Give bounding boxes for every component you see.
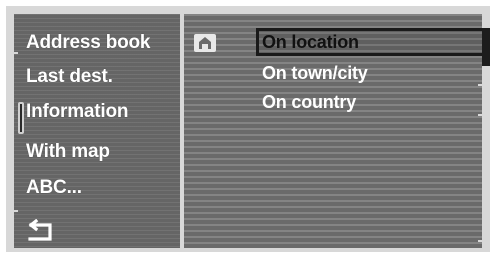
home-icon bbox=[194, 34, 216, 52]
menu-item-with-map[interactable]: With map bbox=[26, 137, 110, 167]
panel-divider bbox=[12, 52, 18, 54]
panel-divider bbox=[478, 114, 484, 116]
menu-item-last-dest[interactable]: Last dest. bbox=[26, 62, 113, 92]
navigation-screen: Address book Last dest. Information With… bbox=[0, 0, 496, 262]
panel-divider bbox=[478, 240, 484, 242]
menu-selection-marker bbox=[18, 102, 24, 134]
option-on-country[interactable]: On country bbox=[262, 88, 356, 116]
back-button[interactable] bbox=[24, 218, 60, 245]
option-on-location[interactable]: On location bbox=[262, 28, 359, 56]
panel-divider bbox=[478, 84, 484, 86]
menu-item-abc[interactable]: ABC... bbox=[26, 173, 82, 203]
main-menu-panel: Address book Last dest. Information With… bbox=[12, 14, 180, 248]
options-panel: On location On town/city On country bbox=[184, 14, 490, 248]
back-arrow-icon bbox=[28, 218, 52, 241]
option-on-town-city[interactable]: On town/city bbox=[262, 59, 368, 87]
panel-divider bbox=[12, 210, 18, 212]
scrollbar[interactable] bbox=[482, 28, 490, 66]
menu-item-address-book[interactable]: Address book bbox=[26, 28, 150, 58]
menu-item-information[interactable]: Information bbox=[26, 97, 128, 127]
